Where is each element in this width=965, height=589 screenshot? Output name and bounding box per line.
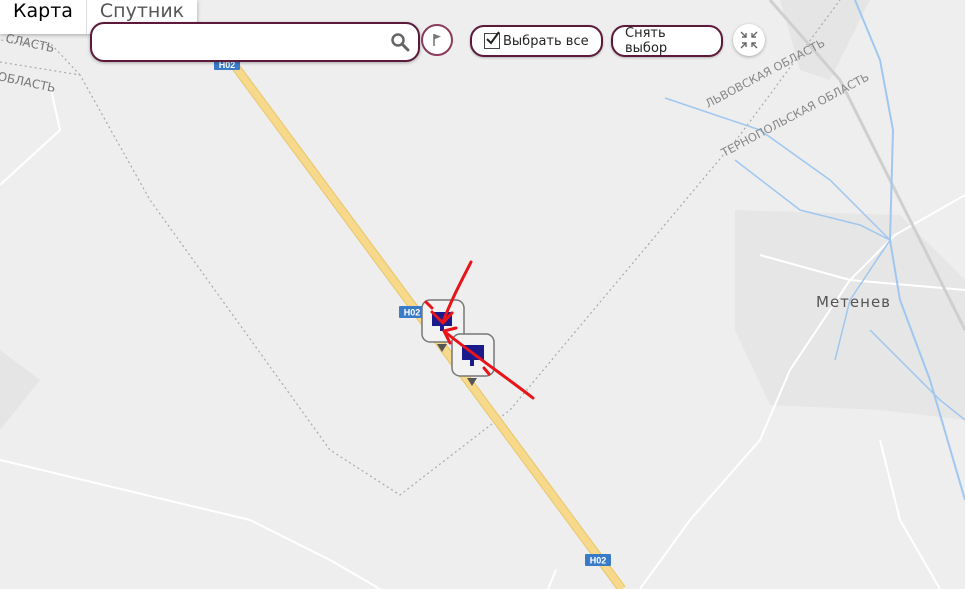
tab-map[interactable]: Карта — [0, 0, 86, 34]
road-shield-label: H02 — [404, 308, 421, 318]
road-shield: H02 — [399, 306, 425, 318]
search-box — [90, 22, 420, 62]
flag-icon — [433, 34, 441, 46]
search-icon[interactable] — [390, 32, 410, 52]
map-canvas[interactable]: H02 H02 H02 СЛАСТЬ ОБЛАСТЬ ЛЬВОВСКАЯ ОБЛ… — [0, 0, 965, 589]
checkmark-icon — [486, 31, 500, 45]
deselect-label: Снять выбор — [625, 26, 668, 56]
town-label: Метенев — [816, 293, 891, 311]
deselect-button[interactable]: Снять выбор — [611, 25, 723, 57]
collapse-button[interactable] — [733, 24, 765, 56]
flag-button[interactable] — [421, 24, 453, 56]
road-shield-label: H02 — [590, 556, 607, 566]
select-all-label: Выбрать все — [503, 33, 589, 49]
search-input[interactable] — [102, 30, 386, 54]
select-all-button[interactable]: Выбрать все — [470, 25, 603, 57]
select-all-checkbox[interactable] — [484, 31, 500, 49]
road-shield: H02 — [585, 554, 611, 566]
collapse-icon — [740, 31, 758, 49]
